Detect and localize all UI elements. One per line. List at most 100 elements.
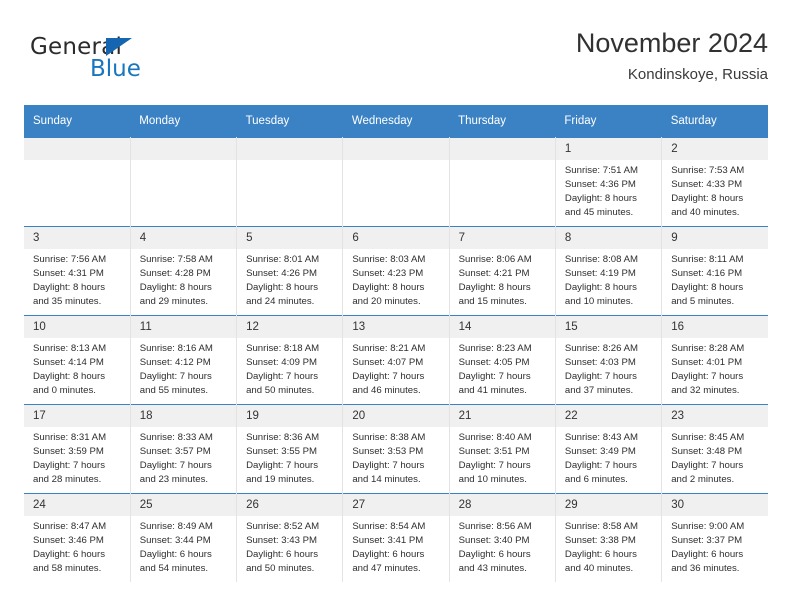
calendar-day-cell[interactable]: 24 Sunrise: 8:47 AM Sunset: 3:46 PM Dayligh… xyxy=(24,493,131,582)
day-number: 10 xyxy=(24,316,130,338)
calendar-day-cell[interactable]: 7 Sunrise: 8:06 AM Sunset: 4:21 PM Daylight… xyxy=(448,226,556,316)
calendar-day-cell[interactable]: 14 Sunrise: 8:23 AM Sunset: 4:05 PM Dayligh… xyxy=(448,315,556,405)
sunset-text: Sunset: 3:51 PM xyxy=(458,446,530,457)
calendar-week-row: 10 Sunrise: 8:13 AM Sunset: 4:14 PM Dayligh… xyxy=(24,315,768,405)
sunrise-text: Sunrise: 8:26 AM xyxy=(564,343,638,354)
sunset-text: Sunset: 4:07 PM xyxy=(352,357,424,368)
daylight-text-line1: Daylight: 7 hours xyxy=(352,460,425,471)
calendar-day-cell[interactable]: 18 Sunrise: 8:33 AM Sunset: 3:57 PM Dayligh… xyxy=(129,404,238,494)
calendar-day-cell[interactable]: 17 Sunrise: 8:31 AM Sunset: 3:59 PM Dayligh… xyxy=(24,404,131,494)
calendar-day-cell[interactable]: 9 Sunrise: 8:11 AM Sunset: 4:16 PM Daylight… xyxy=(661,226,768,316)
day-details: Sunrise: 8:56 AM Sunset: 3:40 PM Daylight:… xyxy=(450,516,555,576)
day-number: 4 xyxy=(130,227,237,249)
calendar-day-cell[interactable]: 8 Sunrise: 8:08 AM Sunset: 4:19 PM Daylight… xyxy=(554,226,663,316)
sunrise-text: Sunrise: 8:45 AM xyxy=(671,432,745,443)
day-number: 26 xyxy=(237,494,343,516)
daylight-text-line1: Daylight: 8 hours xyxy=(246,282,319,293)
weekday-header-thursday: Thursday xyxy=(449,105,556,138)
calendar-day-cell[interactable]: 30 Sunrise: 9:00 AM Sunset: 3:37 PM Dayligh… xyxy=(661,493,768,582)
calendar-page: General Blue November 2024 Kondinskoye, … xyxy=(0,0,792,612)
calendar-day-cell[interactable]: 27 Sunrise: 8:54 AM Sunset: 3:41 PM Dayligh… xyxy=(342,493,450,582)
daylight-text-line1: Daylight: 8 hours xyxy=(564,282,637,293)
day-number: 24 xyxy=(24,494,130,516)
daylight-text-line2: and 35 minutes. xyxy=(33,296,102,307)
calendar-day-cell[interactable]: 23 Sunrise: 8:45 AM Sunset: 3:48 PM Dayligh… xyxy=(661,404,768,494)
day-details: Sunrise: 8:36 AM Sunset: 3:55 PM Daylight:… xyxy=(237,427,342,487)
sunrise-text: Sunrise: 8:47 AM xyxy=(33,521,107,532)
sunset-text: Sunset: 3:59 PM xyxy=(33,446,104,457)
calendar-day-cell[interactable]: 1 Sunrise: 7:51 AM Sunset: 4:36 PM Daylight… xyxy=(554,137,663,227)
calendar-day-cell[interactable]: 25 Sunrise: 8:49 AM Sunset: 3:44 PM Dayligh… xyxy=(129,493,238,582)
page-title: November 2024 xyxy=(575,28,768,58)
sunrise-text: Sunrise: 7:51 AM xyxy=(564,165,638,176)
day-number: 12 xyxy=(237,316,343,338)
daylight-text-line2: and 28 minutes. xyxy=(33,474,102,485)
daylight-text-line2: and 43 minutes. xyxy=(458,563,527,574)
day-number: 9 xyxy=(662,227,768,249)
day-details: Sunrise: 7:53 AM Sunset: 4:33 PM Daylight:… xyxy=(662,160,768,220)
daylight-text-line1: Daylight: 6 hours xyxy=(352,549,425,560)
calendar-body: 1 Sunrise: 7:51 AM Sunset: 4:36 PM Daylight… xyxy=(24,137,768,582)
day-number: 25 xyxy=(130,494,237,516)
daylight-text-line1: Daylight: 8 hours xyxy=(139,282,212,293)
calendar-day-cell[interactable]: 3 Sunrise: 7:56 AM Sunset: 4:31 PM Daylight… xyxy=(24,226,131,316)
day-details: Sunrise: 8:03 AM Sunset: 4:23 PM Daylight:… xyxy=(343,249,448,309)
day-details: Sunrise: 7:58 AM Sunset: 4:28 PM Daylight:… xyxy=(131,249,236,309)
daylight-text-line2: and 36 minutes. xyxy=(671,563,740,574)
daylight-text-line2: and 47 minutes. xyxy=(352,563,421,574)
sunset-text: Sunset: 4:09 PM xyxy=(246,357,317,368)
calendar-day-cell[interactable]: 5 Sunrise: 8:01 AM Sunset: 4:26 PM Daylight… xyxy=(236,226,344,316)
calendar-day-cell[interactable]: 28 Sunrise: 8:56 AM Sunset: 3:40 PM Dayligh… xyxy=(448,493,556,582)
calendar-cell-empty xyxy=(342,137,450,227)
calendar-cell-empty xyxy=(448,137,556,227)
sunset-text: Sunset: 3:43 PM xyxy=(246,535,317,546)
daylight-text-line1: Daylight: 8 hours xyxy=(458,282,531,293)
sunset-text: Sunset: 4:12 PM xyxy=(139,357,211,368)
calendar-day-cell[interactable]: 10 Sunrise: 8:13 AM Sunset: 4:14 PM Dayligh… xyxy=(24,315,131,405)
calendar-week-row: 17 Sunrise: 8:31 AM Sunset: 3:59 PM Dayligh… xyxy=(24,404,768,494)
sunset-text: Sunset: 4:03 PM xyxy=(564,357,636,368)
calendar-day-cell[interactable]: 13 Sunrise: 8:21 AM Sunset: 4:07 PM Dayligh… xyxy=(342,315,450,405)
calendar-day-cell[interactable]: 29 Sunrise: 8:58 AM Sunset: 3:38 PM Dayligh… xyxy=(554,493,663,582)
calendar-day-cell[interactable]: 15 Sunrise: 8:26 AM Sunset: 4:03 PM Dayligh… xyxy=(554,315,663,405)
day-details: Sunrise: 8:18 AM Sunset: 4:09 PM Daylight:… xyxy=(237,338,342,398)
day-number: 11 xyxy=(130,316,237,338)
day-details: Sunrise: 9:00 AM Sunset: 3:37 PM Daylight:… xyxy=(662,516,768,576)
sunset-text: Sunset: 3:38 PM xyxy=(564,535,636,546)
daylight-text-line1: Daylight: 8 hours xyxy=(671,282,744,293)
sunrise-text: Sunrise: 7:53 AM xyxy=(671,165,745,176)
sunrise-text: Sunrise: 8:08 AM xyxy=(564,254,638,265)
day-details: Sunrise: 8:54 AM Sunset: 3:41 PM Daylight:… xyxy=(343,516,448,576)
calendar-day-cell[interactable]: 11 Sunrise: 8:16 AM Sunset: 4:12 PM Dayligh… xyxy=(129,315,238,405)
calendar-day-cell[interactable]: 12 Sunrise: 8:18 AM Sunset: 4:09 PM Dayligh… xyxy=(236,315,344,405)
calendar-day-cell[interactable]: 4 Sunrise: 7:58 AM Sunset: 4:28 PM Daylight… xyxy=(129,226,238,316)
general-blue-logo[interactable]: General Blue xyxy=(30,34,220,92)
calendar-day-cell[interactable]: 16 Sunrise: 8:28 AM Sunset: 4:01 PM Dayligh… xyxy=(661,315,768,405)
triangle-icon xyxy=(106,38,132,56)
daylight-text-line2: and 40 minutes. xyxy=(564,563,634,574)
calendar-day-cell[interactable]: 20 Sunrise: 8:38 AM Sunset: 3:53 PM Dayligh… xyxy=(342,404,450,494)
calendar-day-cell[interactable]: 6 Sunrise: 8:03 AM Sunset: 4:23 PM Daylight… xyxy=(342,226,450,316)
calendar-day-cell[interactable]: 22 Sunrise: 8:43 AM Sunset: 3:49 PM Dayligh… xyxy=(554,404,663,494)
day-details: Sunrise: 8:45 AM Sunset: 3:48 PM Daylight:… xyxy=(662,427,768,487)
day-number: 15 xyxy=(555,316,662,338)
day-details: Sunrise: 8:58 AM Sunset: 3:38 PM Daylight:… xyxy=(556,516,661,576)
daylight-text-line1: Daylight: 7 hours xyxy=(352,371,425,382)
calendar-day-cell[interactable]: 21 Sunrise: 8:40 AM Sunset: 3:51 PM Dayligh… xyxy=(448,404,556,494)
daylight-text-line1: Daylight: 8 hours xyxy=(671,193,744,204)
day-details: Sunrise: 8:49 AM Sunset: 3:44 PM Daylight:… xyxy=(131,516,236,576)
day-number: 5 xyxy=(237,227,343,249)
title-block: November 2024 Kondinskoye, Russia xyxy=(576,26,768,86)
daylight-text-line1: Daylight: 6 hours xyxy=(246,549,319,560)
calendar-day-cell[interactable]: 2 Sunrise: 7:53 AM Sunset: 4:33 PM Daylight… xyxy=(661,137,768,227)
day-number: 23 xyxy=(662,405,768,427)
sunset-text: Sunset: 3:49 PM xyxy=(564,446,636,457)
calendar-day-cell[interactable]: 26 Sunrise: 8:52 AM Sunset: 3:43 PM Dayligh… xyxy=(236,493,344,582)
daylight-text-line1: Daylight: 7 hours xyxy=(139,460,212,471)
calendar-day-cell[interactable]: 19 Sunrise: 8:36 AM Sunset: 3:55 PM Dayligh… xyxy=(236,404,344,494)
day-number: 8 xyxy=(555,227,662,249)
daylight-text-line2: and 29 minutes. xyxy=(139,296,209,307)
day-details: Sunrise: 8:43 AM Sunset: 3:49 PM Daylight:… xyxy=(556,427,661,487)
day-details: Sunrise: 8:38 AM Sunset: 3:53 PM Daylight:… xyxy=(343,427,448,487)
sunset-text: Sunset: 4:21 PM xyxy=(458,268,530,279)
